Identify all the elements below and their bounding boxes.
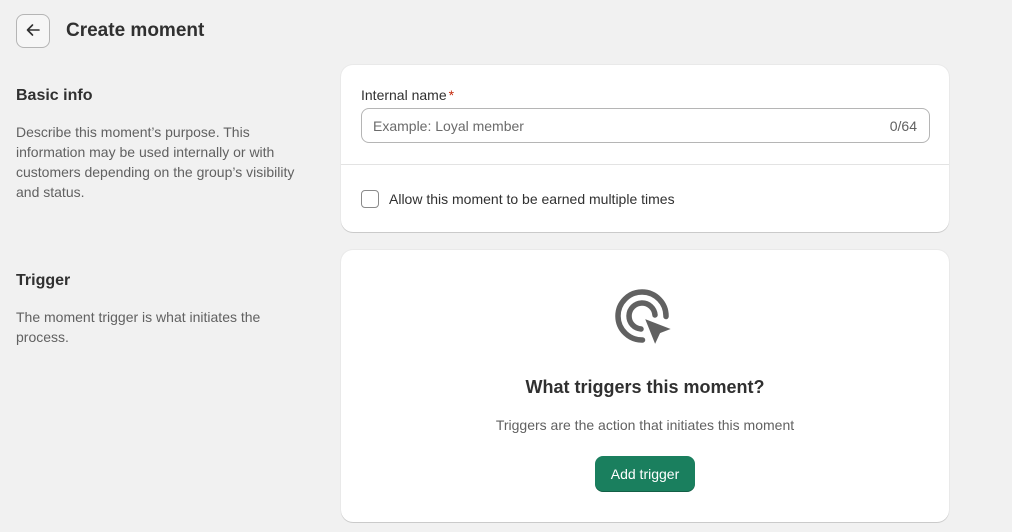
trigger-section: Trigger The moment trigger is what initi… [16,272,306,347]
back-button[interactable] [16,14,50,48]
page-header: Create moment [16,14,204,48]
target-cursor-icon [614,288,676,355]
empty-state-description: Triggers are the action that initiates t… [495,417,795,433]
trigger-title: Trigger [16,272,71,289]
internal-name-label: Internal name * [361,87,454,103]
add-trigger-button[interactable]: Add trigger [594,456,696,492]
character-count: 0/64 [889,118,917,134]
basic-info-section: Basic info Describe this moment’s purpos… [16,87,306,202]
empty-state-heading: What triggers this moment? [525,377,765,397]
basic-info-title: Basic info [16,87,93,104]
required-marker: * [448,87,455,103]
trigger-description: The moment trigger is what initiates the… [16,309,261,345]
basic-info-card: Internal name* 0/64 Allow this moment to… [341,65,949,232]
allow-multiple-checkbox[interactable] [361,190,379,208]
trigger-card: What triggers this moment? Triggers are … [341,250,949,522]
divider [341,164,949,165]
allow-multiple-label: Allow this moment to be earned multiple … [389,191,675,207]
trigger-empty-state: What triggers this moment? Triggers are … [341,250,949,492]
internal-name-label-text: Internal name [361,87,447,103]
internal-name-input[interactable] [361,108,930,143]
allow-multiple-option[interactable]: Allow this moment to be earned multiple … [361,190,675,208]
arrow-left-icon [25,22,41,41]
basic-info-description: Describe this moment’s purpose. This inf… [16,124,295,200]
page-title: Create moment [66,20,205,41]
